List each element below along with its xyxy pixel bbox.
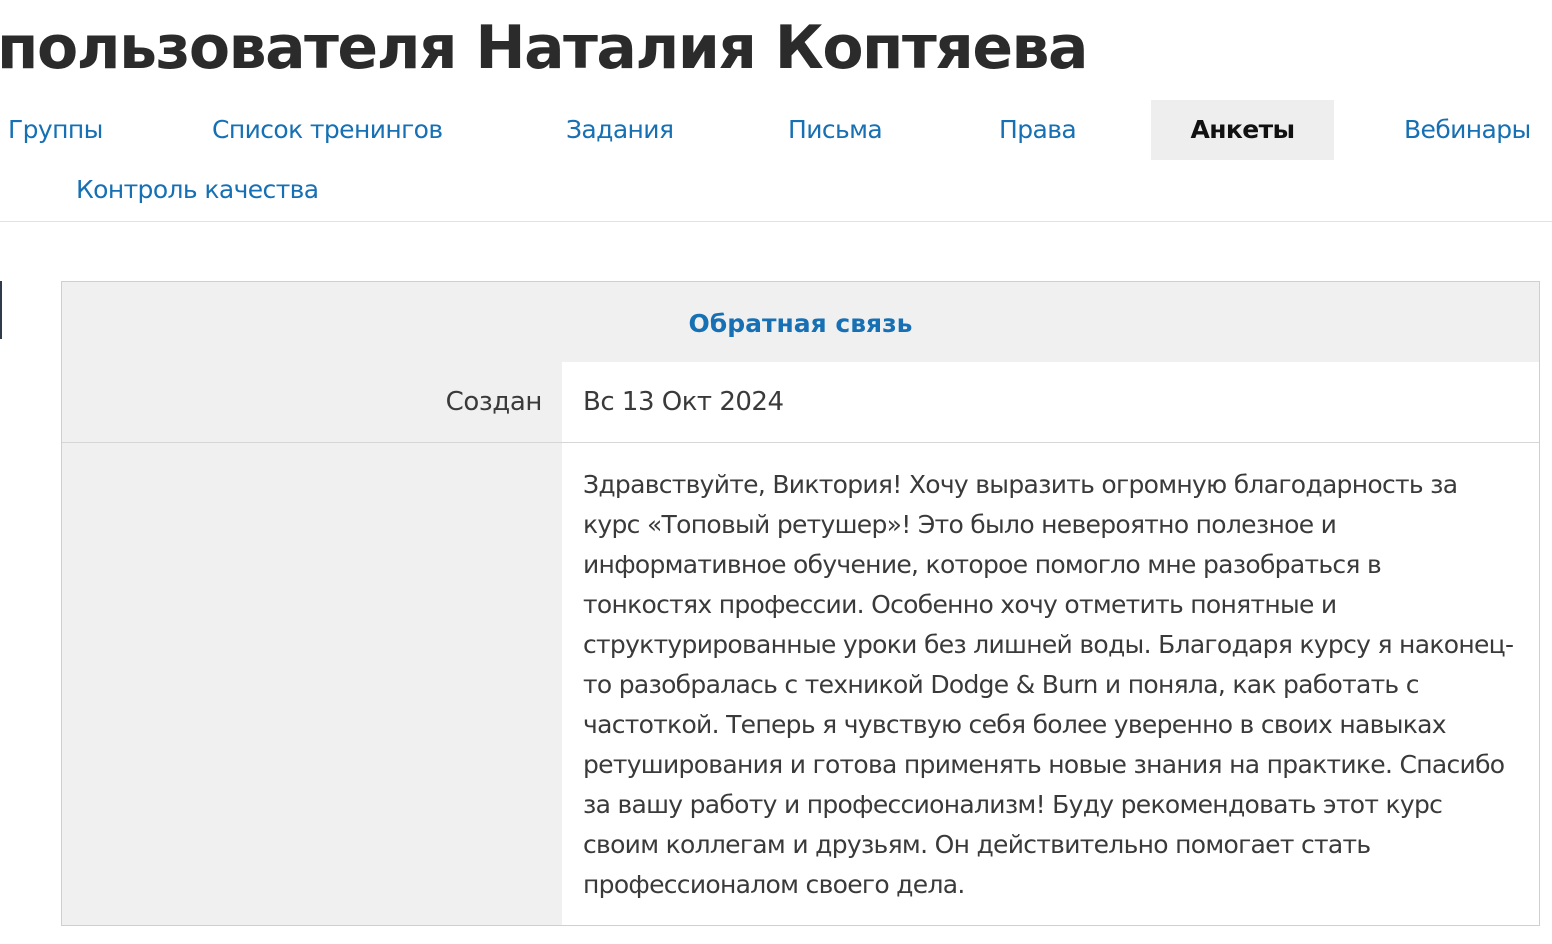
page: пользователя Наталия Коптяева Группы Спи… bbox=[0, 0, 1552, 944]
tab-letters[interactable]: Письма bbox=[788, 100, 883, 160]
survey-card: Обратная связь Создан Вс 13 Окт 2024 Здр… bbox=[61, 281, 1540, 926]
tab-bar: Группы Список тренингов Задания Письма П… bbox=[0, 100, 1552, 222]
page-title: пользователя Наталия Коптяева bbox=[0, 13, 1088, 83]
sidebar-edge bbox=[0, 281, 2, 339]
survey-title: Обратная связь bbox=[688, 309, 913, 338]
feedback-text: Здравствуйте, Виктория! Хочу выразить ог… bbox=[562, 443, 1539, 925]
tab-assignments[interactable]: Задания bbox=[566, 100, 674, 160]
feedback-label bbox=[62, 443, 562, 925]
created-label: Создан bbox=[445, 387, 543, 417]
created-row: Создан Вс 13 Окт 2024 bbox=[62, 362, 1539, 443]
tab-quality-control[interactable]: Контроль качества bbox=[76, 160, 319, 220]
tab-trainings-list[interactable]: Список тренингов bbox=[212, 100, 443, 160]
tab-webinars[interactable]: Вебинары bbox=[1404, 100, 1531, 160]
tab-groups[interactable]: Группы bbox=[8, 100, 103, 160]
feedback-row: Здравствуйте, Виктория! Хочу выразить ог… bbox=[62, 443, 1539, 925]
tab-rights[interactable]: Права bbox=[999, 100, 1077, 160]
tab-surveys[interactable]: Анкеты bbox=[1151, 100, 1334, 160]
created-value: Вс 13 Окт 2024 bbox=[562, 362, 1539, 442]
